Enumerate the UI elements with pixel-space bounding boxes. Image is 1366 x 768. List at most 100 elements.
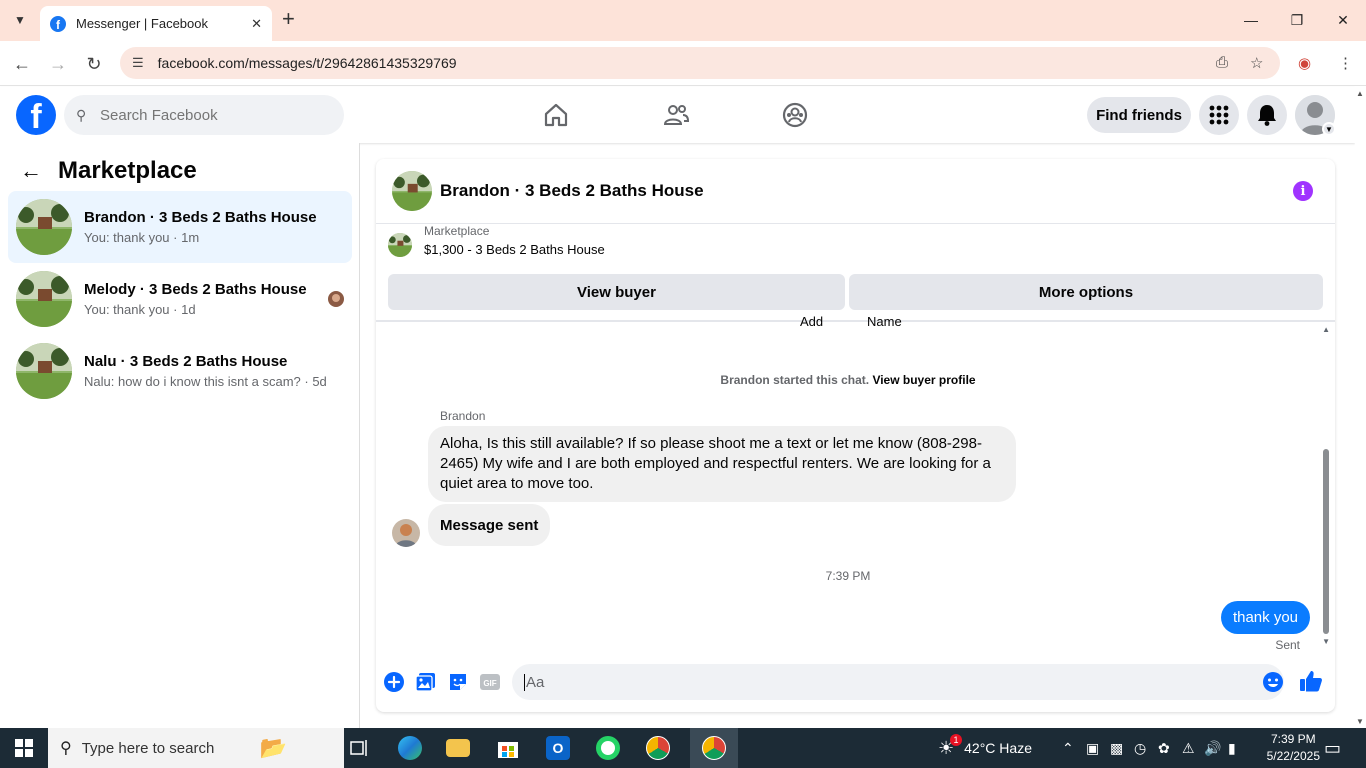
listing-summary[interactable]: Marketplace $1,300 - 3 Beds 2 Baths Hous… — [388, 224, 605, 257]
url-text: facebook.com/messages/t/2964286143532976… — [157, 55, 457, 71]
browser-toolbar: ← → ↻ ☰ facebook.com/messages/t/29642861… — [0, 41, 1366, 86]
bookmark-star-icon[interactable]: ☆ — [1250, 54, 1263, 72]
back-arrow-icon[interactable]: ← — [9, 51, 35, 77]
search-highlight-icon: 📂 — [259, 735, 288, 760]
conversation-preview: Nalu: how do i know this isnt a scam? · … — [84, 374, 327, 389]
display-icon[interactable]: ▩ — [1110, 728, 1123, 768]
view-buyer-button[interactable]: View buyer — [388, 274, 845, 310]
tab-title: Messenger | Facebook — [76, 16, 208, 31]
outgoing-message-bubble[interactable]: thank you — [1220, 601, 1310, 634]
new-tab-plus-icon[interactable]: + — [282, 8, 295, 30]
conversation-item-melody[interactable]: Melody · 3 Beds 2 Baths House You: thank… — [8, 263, 352, 335]
clock-date: 5/22/2025 — [1266, 749, 1320, 763]
chat-title[interactable]: Brandon · 3 Beds 2 Baths House — [440, 181, 704, 201]
chat-start-notice: Brandon started this chat. View buyer pr… — [376, 373, 1320, 387]
photo-icon[interactable] — [415, 671, 437, 693]
facebook-search-input[interactable] — [100, 106, 330, 124]
find-friends-button[interactable]: Find friends — [1087, 97, 1191, 133]
taskbar-search-input[interactable] — [81, 739, 252, 757]
minimize-icon[interactable]: — — [1228, 0, 1274, 40]
tab-close-icon[interactable]: ✕ — [251, 16, 262, 32]
page-scrollbar[interactable]: ▲ ▼ — [1355, 87, 1366, 728]
facebook-logo-icon[interactable]: f — [16, 95, 56, 135]
microsoft-store-icon[interactable] — [484, 728, 532, 768]
task-view-icon[interactable] — [336, 728, 384, 768]
conversation-item-nalu[interactable]: Nalu · 3 Beds 2 Baths House Nalu: how do… — [8, 335, 352, 407]
message-input-wrapper — [512, 664, 1284, 700]
file-explorer-icon[interactable] — [434, 728, 482, 768]
meet-now-icon[interactable]: ▣ — [1086, 728, 1099, 768]
chat-listing-thumbnail[interactable] — [392, 171, 432, 211]
menu-grid-button[interactable] — [1199, 95, 1239, 135]
emoji-icon[interactable] — [1262, 671, 1284, 693]
tab-search-chevron-icon[interactable]: ▼ — [8, 8, 32, 32]
notification-center-icon[interactable]: ▭ — [1324, 728, 1341, 768]
weather-widget[interactable]: ☀ 1 42°C Haze — [938, 728, 1032, 768]
windows-start-button[interactable] — [0, 728, 48, 768]
whatsapp-icon[interactable] — [584, 728, 632, 768]
chrome-icon[interactable] — [634, 728, 682, 768]
message-sent-bubble[interactable]: Message sent — [428, 504, 551, 546]
listing-small-thumbnail — [388, 233, 412, 257]
taskbar-search[interactable]: ⚲ 📂 — [48, 728, 344, 768]
gif-icon[interactable]: GIF — [479, 671, 501, 693]
clock-time: 7:39 PM — [1270, 732, 1316, 746]
restore-icon[interactable]: ❐ — [1274, 0, 1320, 40]
more-options-button[interactable]: More options — [849, 274, 1323, 310]
address-bar[interactable]: ☰ facebook.com/messages/t/29642861435329… — [120, 47, 1280, 79]
conversation-name: Nalu · 3 Beds 2 Baths House — [84, 353, 288, 370]
page-scroll-down-icon[interactable]: ▼ — [1356, 717, 1364, 726]
conversation-item-brandon[interactable]: Brandon · 3 Beds 2 Baths House You: than… — [8, 191, 352, 263]
listing-actions: View buyer More options — [388, 274, 1323, 310]
volume-icon[interactable]: 🔊 — [1204, 728, 1221, 768]
message-input[interactable] — [524, 673, 1224, 691]
page-scroll-up-icon[interactable]: ▲ — [1356, 89, 1364, 98]
facebook-search[interactable]: ⚲ — [64, 95, 344, 135]
chat-panel: Brandon · 3 Beds 2 Baths House i Marketp… — [376, 159, 1335, 712]
weather-badge: 1 — [950, 733, 962, 746]
taskbar-clock[interactable]: 7:39 PM 5/22/2025 — [1267, 731, 1320, 765]
incoming-message-bubble[interactable]: Aloha, Is this still available? If so pl… — [428, 426, 1016, 502]
view-buyer-profile-link[interactable]: View buyer profile — [872, 373, 975, 387]
back-arrow-icon[interactable]: ← — [20, 158, 42, 184]
scroll-up-icon[interactable]: ▲ — [1322, 325, 1330, 334]
info-icon[interactable]: i — [1293, 181, 1313, 201]
facebook-favicon-icon: f — [50, 15, 66, 32]
edge-icon[interactable] — [386, 728, 434, 768]
site-info-icon[interactable]: ☰ — [132, 55, 144, 71]
sidebar-header: ← Marketplace — [20, 157, 197, 185]
windows-logo-icon — [15, 739, 33, 757]
account-chevron-icon[interactable]: ▼ — [1322, 122, 1336, 136]
scrollbar-thumb[interactable] — [1323, 449, 1329, 634]
wifi-off-icon[interactable]: ⚠ — [1182, 728, 1195, 768]
conversation-name: Brandon · 3 Beds 2 Baths House — [84, 209, 317, 226]
nvidia-icon[interactable]: ✿ — [1158, 728, 1170, 768]
search-icon: ⚲ — [76, 106, 87, 123]
browser-tab-strip: ▼ f Messenger | Facebook ✕ + — ❐ ✕ — [0, 0, 1366, 41]
sender-avatar[interactable] — [392, 519, 420, 547]
window-close-icon[interactable]: ✕ — [1320, 0, 1366, 40]
reload-icon[interactable]: ↻ — [81, 51, 107, 77]
listing-title: $1,300 - 3 Beds 2 Baths House — [424, 241, 605, 257]
install-app-icon[interactable]: ⎙ — [1216, 54, 1228, 71]
chrome-active-icon[interactable] — [690, 728, 738, 768]
show-hidden-icons[interactable]: ⌃ — [1062, 728, 1074, 768]
battery-icon[interactable]: ▮ — [1228, 728, 1236, 768]
friends-icon[interactable] — [662, 101, 690, 129]
groups-icon[interactable] — [781, 101, 809, 129]
chrome-profile-icon[interactable]: ◉ — [1298, 54, 1311, 72]
home-icon[interactable] — [542, 101, 570, 129]
svg-text:GIF: GIF — [483, 679, 496, 688]
thumbs-up-icon[interactable] — [1299, 669, 1323, 693]
outlook-icon[interactable]: O — [534, 728, 582, 768]
name-label: Name — [867, 314, 902, 329]
browser-tab-messenger[interactable]: f Messenger | Facebook ✕ — [40, 6, 272, 41]
plus-circle-icon[interactable] — [383, 671, 405, 693]
forward-arrow-icon[interactable]: → — [45, 51, 71, 77]
chrome-menu-icon[interactable]: ⋮ — [1338, 54, 1353, 72]
sticker-icon[interactable] — [447, 671, 469, 693]
scroll-down-icon[interactable]: ▼ — [1322, 637, 1330, 646]
network-icon[interactable]: ◷ — [1134, 728, 1146, 768]
notifications-button[interactable] — [1247, 95, 1287, 135]
conversation-name: Melody · 3 Beds 2 Baths House — [84, 281, 307, 298]
